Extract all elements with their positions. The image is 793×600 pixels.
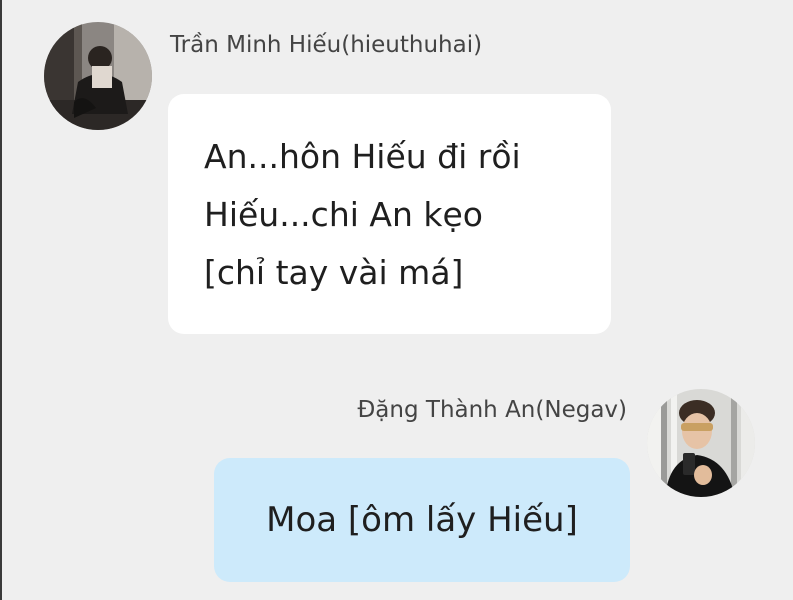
sender-name: Trần Minh Hiếu(hieuthuhai) bbox=[170, 32, 483, 58]
message-text-line: An...hôn Hiếu đi rồi bbox=[204, 137, 521, 176]
sender-name: Đặng Thành An(Negav) bbox=[357, 397, 627, 423]
window-edge bbox=[0, 0, 2, 600]
message-bubble-outgoing[interactable]: Moa [ôm lấy Hiếu] bbox=[214, 458, 630, 582]
sender-avatar-hieuthuhai[interactable] bbox=[44, 22, 152, 130]
message-text-line: Moa [ôm lấy Hiếu] bbox=[266, 500, 578, 540]
sender-avatar-negav[interactable] bbox=[647, 389, 755, 497]
message-bubble-incoming[interactable]: An...hôn Hiếu đi rồi Hiếu...chi An kẹo [… bbox=[168, 94, 611, 334]
user-avatar-icon bbox=[647, 389, 755, 497]
message-text-line: Hiếu...chi An kẹo bbox=[204, 195, 483, 234]
user-avatar-icon bbox=[44, 22, 152, 130]
message-text-line: [chỉ tay vài má] bbox=[204, 253, 464, 292]
